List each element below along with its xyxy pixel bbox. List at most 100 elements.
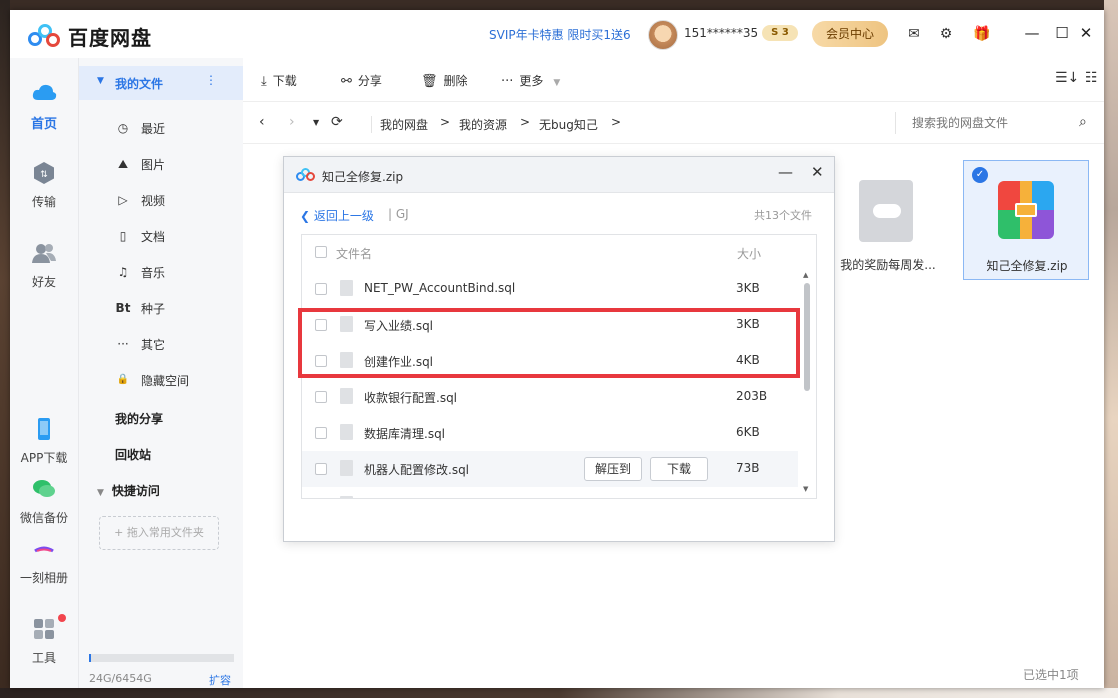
desktop-background-left xyxy=(0,0,10,698)
table-row[interactable]: NET_PW_AccountBind.sql 3KB xyxy=(302,271,798,307)
row-checkbox[interactable] xyxy=(315,391,327,403)
file-size: 3KB xyxy=(736,281,760,295)
nav-app-download[interactable]: APP下载 xyxy=(10,416,78,466)
level-s-icon: S xyxy=(771,27,779,38)
baidu-netdisk-logo-icon xyxy=(28,23,62,50)
caret-down-icon: ▼ xyxy=(97,488,104,498)
drop-favorite-folder-zone[interactable]: + 拖入常用文件夹 xyxy=(99,516,219,550)
table-row-hovered[interactable]: 机器人配置修改.sql 解压到 下载 73B xyxy=(302,451,798,487)
annotation-highlight-box xyxy=(298,308,800,378)
sidebar-item-torrents[interactable]: Bt 种子 xyxy=(79,292,244,324)
expand-storage-link[interactable]: 扩容 xyxy=(209,672,231,688)
forward-arrow-icon[interactable]: › xyxy=(289,114,295,130)
sidebar-item-music[interactable]: ♫ 音乐 xyxy=(79,256,244,288)
sidebar-item-hidden-space[interactable]: 🔒 隐藏空间 xyxy=(79,364,244,396)
sidebar-item-images[interactable]: ⛰ 图片 xyxy=(79,148,244,180)
download-button[interactable]: ⤓ 下载 xyxy=(261,72,297,89)
ellipsis-icon: ··· xyxy=(501,74,514,89)
extract-to-button[interactable]: 解压到 xyxy=(584,457,642,481)
sidebar-item-other[interactable]: ··· 其它 xyxy=(79,328,244,360)
nav-tools[interactable]: 工具 xyxy=(10,614,78,666)
row-download-button[interactable]: 下载 xyxy=(650,457,708,481)
breadcrumb-item[interactable]: 我的网盘 xyxy=(371,116,428,133)
row-checkbox[interactable] xyxy=(315,463,327,475)
sort-icon[interactable]: ☰↓ xyxy=(1055,70,1079,86)
checkmark-icon[interactable]: ✓ xyxy=(972,167,988,183)
scrollbar-thumb[interactable] xyxy=(804,283,810,391)
maximize-icon[interactable]: ☐ xyxy=(1052,22,1072,44)
row-checkbox[interactable] xyxy=(315,427,327,439)
breadcrumb-item[interactable]: 我的资源 xyxy=(459,116,507,133)
sidebar-item-videos[interactable]: ▷ 视频 xyxy=(79,184,244,216)
scroll-up-icon[interactable]: ▲ xyxy=(803,271,808,279)
desktop-background-bottom xyxy=(0,688,1118,698)
file-tile-selected[interactable]: ✓ 知己全修复.zip xyxy=(963,160,1089,280)
history-dropdown-icon[interactable]: ▼ xyxy=(313,118,319,127)
storage-quota-bar xyxy=(89,654,234,662)
download-label: 下载 xyxy=(272,74,297,88)
bt-icon: Bt xyxy=(115,301,131,315)
file-size: 73B xyxy=(736,461,760,475)
scroll-down-icon[interactable]: ▼ xyxy=(803,485,808,493)
phone-icon xyxy=(38,418,50,440)
vip-center-button[interactable]: 会员中心 xyxy=(812,21,888,47)
svg-text:⇅: ⇅ xyxy=(40,170,48,180)
sidebar-item-my-share[interactable]: 我的分享 xyxy=(115,410,163,427)
image-icon: ⛰ xyxy=(117,157,129,171)
video-icon: ▷ xyxy=(118,193,128,207)
back-to-parent-link[interactable]: ❮ 返回上一级 xyxy=(300,207,374,224)
nav-wechat-backup[interactable]: 微信备份 xyxy=(10,476,78,526)
share-button[interactable]: ⚯ 分享 xyxy=(341,72,382,89)
file-tile[interactable]: 我的奖励每周发... xyxy=(825,160,951,280)
delete-button[interactable]: 🗑 删除 xyxy=(421,72,468,89)
tools-grid-icon xyxy=(34,619,54,639)
nav-home-label: 首页 xyxy=(30,117,57,132)
nav-friends-label: 好友 xyxy=(31,275,56,289)
dialog-header: 知己全修复.zip — ✕ xyxy=(284,157,834,193)
nav-album[interactable]: 一刻相册 xyxy=(10,536,78,586)
search-icon[interactable]: ⌕ xyxy=(1079,114,1087,130)
quick-access-header[interactable]: ▼ 快捷访问 xyxy=(97,482,160,499)
table-row[interactable]: 数据库清理.sql 6KB xyxy=(302,415,798,451)
nav-album-label: 一刻相册 xyxy=(19,571,68,585)
table-row-partial[interactable] xyxy=(302,487,798,498)
sidebar: ▼ 我的文件 ⋮ ◷ 最近 ⛰ 图片 ▷ 视频 ▯ 文档 ♫ 音乐 Bt 种子 xyxy=(78,58,244,688)
my-files-label: 我的文件 xyxy=(115,77,164,91)
nav-friends[interactable]: 好友 xyxy=(10,240,78,290)
notification-dot xyxy=(58,614,66,622)
select-all-checkbox[interactable] xyxy=(315,246,327,258)
more-dots-icon[interactable]: ⋮ xyxy=(205,73,217,87)
ellipsis-icon: ··· xyxy=(117,337,129,351)
delete-label: 删除 xyxy=(443,74,468,88)
username[interactable]: 151******35 xyxy=(684,26,758,40)
more-button[interactable]: ··· 更多 ▼ xyxy=(501,72,560,89)
refresh-icon[interactable]: ⟳ xyxy=(331,114,343,130)
nav-home[interactable]: 首页 xyxy=(10,80,78,132)
current-folder: | GJ xyxy=(388,207,409,221)
back-arrow-icon[interactable]: ‹ xyxy=(259,114,265,130)
breadcrumb-item[interactable]: 无bug知己 xyxy=(539,116,598,133)
close-icon[interactable]: ✕ xyxy=(1076,22,1096,44)
list-scrollbar[interactable]: ▲ ▼ xyxy=(802,271,812,497)
baidu-netdisk-logo-icon xyxy=(296,168,316,182)
avatar[interactable] xyxy=(648,20,678,50)
file-name: 收款银行配置.sql xyxy=(364,391,458,405)
gift-icon[interactable]: 🎁 xyxy=(972,24,992,44)
minimize-icon[interactable]: — xyxy=(1022,22,1042,44)
table-row[interactable]: 收款银行配置.sql 203B xyxy=(302,379,798,415)
minimize-icon[interactable]: — xyxy=(778,163,793,181)
sidebar-item-recycle-bin[interactable]: 回收站 xyxy=(115,446,151,463)
list-view-icon[interactable]: ☷ xyxy=(1085,70,1098,86)
sidebar-item-recent[interactable]: ◷ 最近 xyxy=(79,112,244,144)
column-header-name: 文件名 xyxy=(336,247,373,261)
gear-icon[interactable]: ⚙ xyxy=(936,24,956,44)
nav-transfer[interactable]: ⇅ 传输 xyxy=(10,160,78,210)
svip-promo-link[interactable]: SVIP年卡特惠 限时买1送6 xyxy=(489,26,631,43)
caret-down-icon[interactable]: ▼ xyxy=(97,76,104,86)
sidebar-item-my-files[interactable]: ▼ 我的文件 ⋮ xyxy=(79,66,244,100)
close-icon[interactable]: ✕ xyxy=(811,163,824,181)
search-input[interactable] xyxy=(895,112,1095,134)
row-checkbox[interactable] xyxy=(315,283,327,295)
sidebar-item-documents[interactable]: ▯ 文档 xyxy=(79,220,244,252)
mail-icon[interactable]: ✉ xyxy=(904,24,924,44)
